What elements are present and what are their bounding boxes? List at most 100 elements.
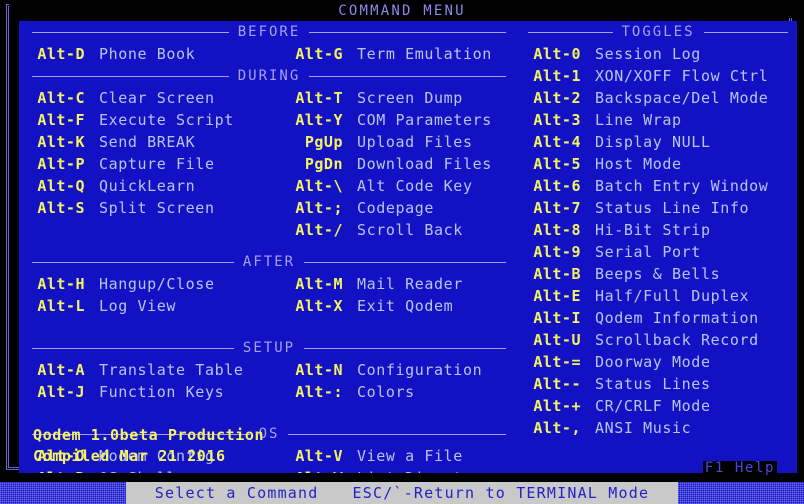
menu-key: Alt-+ [533,397,581,415]
command-menu-window: COMMAND MENU F1 Help BEFORE Alt-D Phone … [6,3,797,475]
menu-item-exit-qodem[interactable]: Alt-X Exit Qodem [281,295,515,317]
toggle-item-qodem-information[interactable]: Alt-I Qodem Information [519,307,797,329]
menu-row: Alt-D Phone Book Alt-G Term Emulation [23,43,515,65]
rule-left [32,261,234,263]
toggle-item-status-lines[interactable]: Alt-- Status Lines [519,373,797,395]
qodem-terminal-screen: COMMAND MENU F1 Help BEFORE Alt-D Phone … [0,0,804,504]
menu-label: Doorway Mode [595,353,711,371]
menu-item-codepage[interactable]: Alt-; Codepage [281,197,515,219]
menu-item-capture-file[interactable]: Alt-P Capture File [23,153,281,175]
menu-item-list-directory[interactable]: Alt-W List Directory [281,467,515,473]
toggle-item-session-log[interactable]: Alt-0 Session Log [519,43,797,65]
menu-label: Backspace/Del Mode [595,89,769,107]
menu-row: Alt-2 Backspace/Del Mode [519,87,797,109]
menu-key: Alt-L [37,297,85,315]
menu-item-execute-script[interactable]: Alt-F Execute Script [23,109,281,131]
menu-label: Term Emulation [357,45,492,63]
menu-item-hangup-close[interactable]: Alt-H Hangup/Close [23,273,281,295]
rule-left [32,31,229,33]
menu-row: Alt-K Send BREAK PgUp Upload Files [23,131,515,153]
toggle-item-line-wrap[interactable]: Alt-3 Line Wrap [519,109,797,131]
menu-item-split-screen[interactable]: Alt-S Split Screen [23,197,281,219]
section-header-toggles: TOGGLES [519,21,797,43]
menu-item-send-break[interactable]: Alt-K Send BREAK [23,131,281,153]
menu-key: Alt-H [37,275,85,293]
toggle-item-status-line-info[interactable]: Alt-7 Status Line Info [519,197,797,219]
menu-key: Alt-Y [295,111,343,129]
menu-item-alt-code-key[interactable]: Alt-\ Alt Code Key [281,175,515,197]
menu-item-log-view[interactable]: Alt-L Log View [23,295,281,317]
toggle-item-hi-bit-strip[interactable]: Alt-8 Hi-Bit Strip [519,219,797,241]
version-line-product: Qodem 1.0beta Production [33,426,265,444]
menu-label: Execute Script [99,111,234,129]
menu-panel: BEFORE Alt-D Phone Book Alt-G Term Emula… [19,21,797,473]
menu-item-view-a-file[interactable]: Alt-V View a File [281,445,515,467]
menu-key: PgUp [304,133,343,151]
menu-label: Serial Port [595,243,701,261]
window-title: COMMAND MENU [9,3,795,19]
during-rows: Alt-C Clear Screen Alt-T Screen Dump Alt… [23,87,515,241]
menu-label: Clear Screen [99,89,215,107]
toggle-item-backspace-del-mode[interactable]: Alt-2 Backspace/Del Mode [519,87,797,109]
menu-item-quicklearn[interactable]: Alt-Q QuickLearn [23,175,281,197]
toggle-item-cr-crlf-mode[interactable]: Alt-+ CR/CRLF Mode [519,395,797,417]
left-column-block: BEFORE Alt-D Phone Book Alt-G Term Emula… [23,21,515,473]
section-header-during: DURING [23,65,515,87]
menu-row: Alt-J Function Keys Alt-: Colors [23,381,515,403]
menu-item-mail-reader[interactable]: Alt-M Mail Reader [281,273,515,295]
menu-item-clear-screen[interactable]: Alt-C Clear Screen [23,87,281,109]
menu-row: Alt-P Capture File PgDn Download Files [23,153,515,175]
menu-row: Alt-7 Status Line Info [519,197,797,219]
menu-key: PgDn [304,155,343,173]
section-header-setup: SETUP [23,337,515,359]
menu-label: Phone Book [99,45,196,63]
menu-key: Alt-0 [533,45,581,63]
rule-left [32,347,234,349]
menu-label: Configuration [357,361,483,379]
rule-left [32,75,229,77]
menu-item-colors[interactable]: Alt-: Colors [281,381,515,403]
menu-key: Alt-K [37,133,85,151]
menu-item-translate-table[interactable]: Alt-A Translate Table [23,359,281,381]
menu-item-upload-files[interactable]: PgUp Upload Files [281,131,515,153]
menu-key: Alt-4 [533,133,581,151]
f1-help-hint[interactable]: F1 Help [702,461,777,475]
menu-row: Alt-S Split Screen Alt-; Codepage [23,197,515,219]
menu-label: Status Line Info [595,199,750,217]
menu-item-download-files[interactable]: PgDn Download Files [281,153,515,175]
menu-row: Alt-, ANSI Music [519,417,797,439]
menu-key: Alt-C [37,89,85,107]
toggle-item-batch-entry-window[interactable]: Alt-6 Batch Entry Window [519,175,797,197]
toggle-item-ansi-music[interactable]: Alt-, ANSI Music [519,417,797,439]
toggle-item-host-mode[interactable]: Alt-5 Host Mode [519,153,797,175]
menu-item-scroll-back[interactable]: Alt-/ Scroll Back [281,219,515,241]
menu-item-os-shell[interactable]: Alt-R OS Shell [23,467,281,473]
section-label-toggles: TOGGLES [621,24,695,40]
menu-item-phone-book[interactable]: Alt-D Phone Book [23,43,281,65]
menu-label: Scroll Back [357,221,463,239]
menu-label: View a File [357,447,463,465]
toggle-item-serial-port[interactable]: Alt-9 Serial Port [519,241,797,263]
toggle-item-doorway-mode[interactable]: Alt-= Doorway Mode [519,351,797,373]
menu-label: Scrollback Record [595,331,759,349]
toggle-item-scrollback-record[interactable]: Alt-U Scrollback Record [519,329,797,351]
toggle-item-half-full-duplex[interactable]: Alt-E Half/Full Duplex [519,285,797,307]
menu-item-configuration[interactable]: Alt-N Configuration [281,359,515,381]
menu-item-com-parameters[interactable]: Alt-Y COM Parameters [281,109,515,131]
toggle-item-xon-xoff-flow-ctrl[interactable]: Alt-1 XON/XOFF Flow Ctrl [519,65,797,87]
menu-item-screen-dump[interactable]: Alt-T Screen Dump [281,87,515,109]
menu-item-term-emulation[interactable]: Alt-G Term Emulation [281,43,515,65]
menu-key: Alt-D [37,45,85,63]
rule-right [304,261,506,263]
menu-item-function-keys[interactable]: Alt-J Function Keys [23,381,281,403]
menu-key: Alt-- [533,375,581,393]
menu-label: Line Wrap [595,111,682,129]
menu-key: Alt-X [295,297,343,315]
rule-right [288,433,507,435]
menu-row-spacer [23,219,281,241]
menu-row: Alt-/ Scroll Back [23,219,515,241]
menu-key: Alt-T [295,89,343,107]
toggle-item-display-null[interactable]: Alt-4 Display NULL [519,131,797,153]
toggle-item-beeps-bells[interactable]: Alt-B Beeps & Bells [519,263,797,285]
